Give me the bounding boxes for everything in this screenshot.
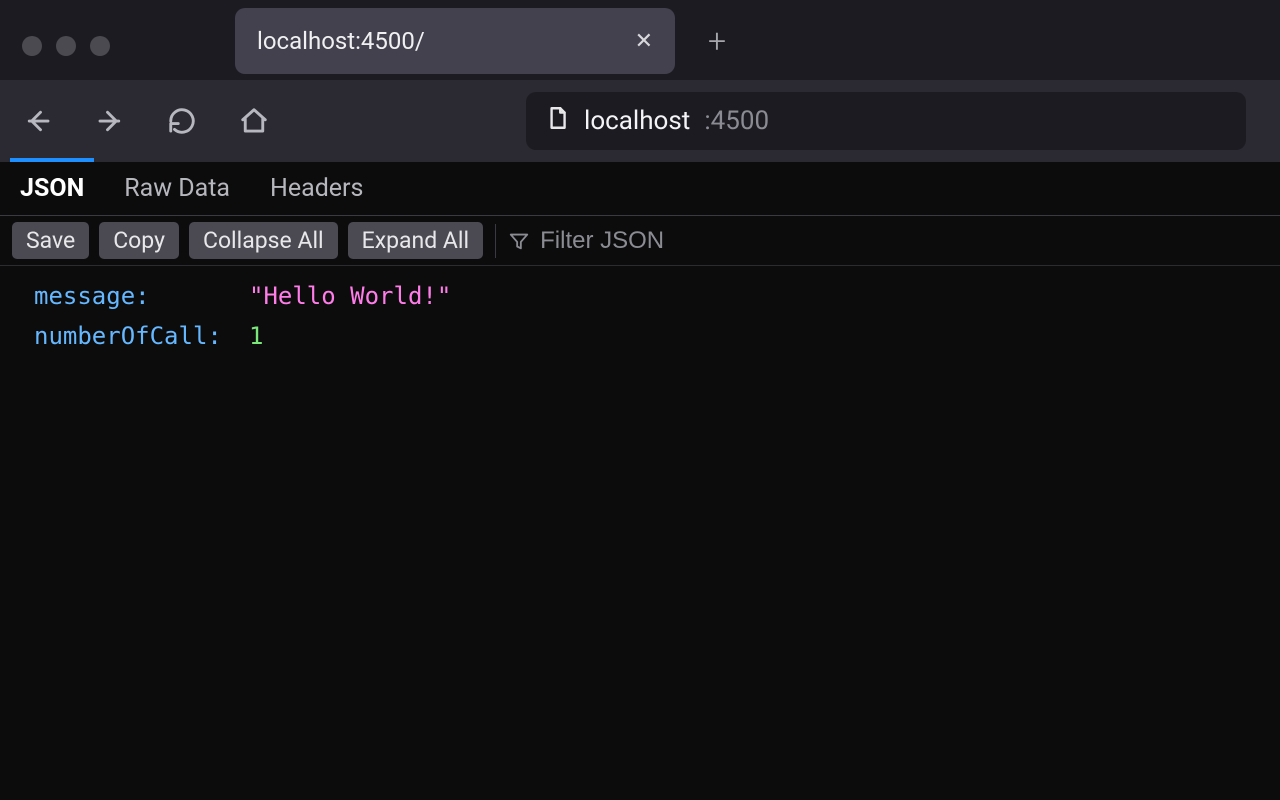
- browser-tab[interactable]: localhost:4500/ ✕: [235, 8, 675, 74]
- tab-json[interactable]: JSON: [16, 163, 88, 215]
- traffic-max-icon[interactable]: [90, 36, 110, 56]
- save-button[interactable]: Save: [12, 222, 89, 259]
- json-row: message: "Hello World!": [34, 276, 1280, 316]
- home-button[interactable]: [234, 101, 274, 141]
- toolbar-separator: [495, 224, 496, 258]
- arrow-left-icon: [23, 106, 53, 136]
- page-icon: [544, 105, 570, 138]
- back-button[interactable]: [18, 101, 58, 141]
- home-icon: [239, 106, 269, 136]
- new-tab-button[interactable]: +: [697, 21, 737, 61]
- json-number-value[interactable]: 1: [249, 316, 263, 356]
- json-toolbar: Save Copy Collapse All Expand All: [0, 216, 1280, 266]
- tab-title: localhost:4500/: [257, 27, 425, 55]
- reload-icon: [167, 106, 197, 136]
- traffic-min-icon[interactable]: [56, 36, 76, 56]
- window-controls: [0, 8, 130, 56]
- json-key[interactable]: numberOfCall:: [34, 316, 249, 356]
- json-string-value[interactable]: "Hello World!": [249, 276, 451, 316]
- filter-wrap: [508, 227, 800, 255]
- close-tab-icon[interactable]: ✕: [635, 29, 653, 54]
- navbar: localhost :4500: [0, 80, 1280, 162]
- tab-strip: localhost:4500/ ✕ +: [235, 8, 737, 74]
- reload-button[interactable]: [162, 101, 202, 141]
- titlebar: localhost:4500/ ✕ +: [0, 0, 1280, 80]
- json-body: message: "Hello World!" numberOfCall: 1: [0, 266, 1280, 800]
- url-bar[interactable]: localhost :4500: [526, 92, 1246, 150]
- traffic-close-icon[interactable]: [22, 36, 42, 56]
- json-row: numberOfCall: 1: [34, 316, 1280, 356]
- copy-button[interactable]: Copy: [99, 222, 179, 259]
- filter-icon: [508, 230, 530, 252]
- tab-headers[interactable]: Headers: [266, 163, 367, 215]
- json-key[interactable]: message:: [34, 276, 249, 316]
- filter-input[interactable]: [540, 227, 800, 255]
- collapse-all-button[interactable]: Collapse All: [189, 222, 338, 259]
- viewer-tabs: JSON Raw Data Headers: [0, 162, 1280, 216]
- arrow-right-icon: [95, 106, 125, 136]
- url-port: :4500: [704, 106, 769, 136]
- forward-button[interactable]: [90, 101, 130, 141]
- tab-raw-data[interactable]: Raw Data: [120, 163, 234, 215]
- expand-all-button[interactable]: Expand All: [348, 222, 483, 259]
- url-host: localhost: [584, 106, 690, 136]
